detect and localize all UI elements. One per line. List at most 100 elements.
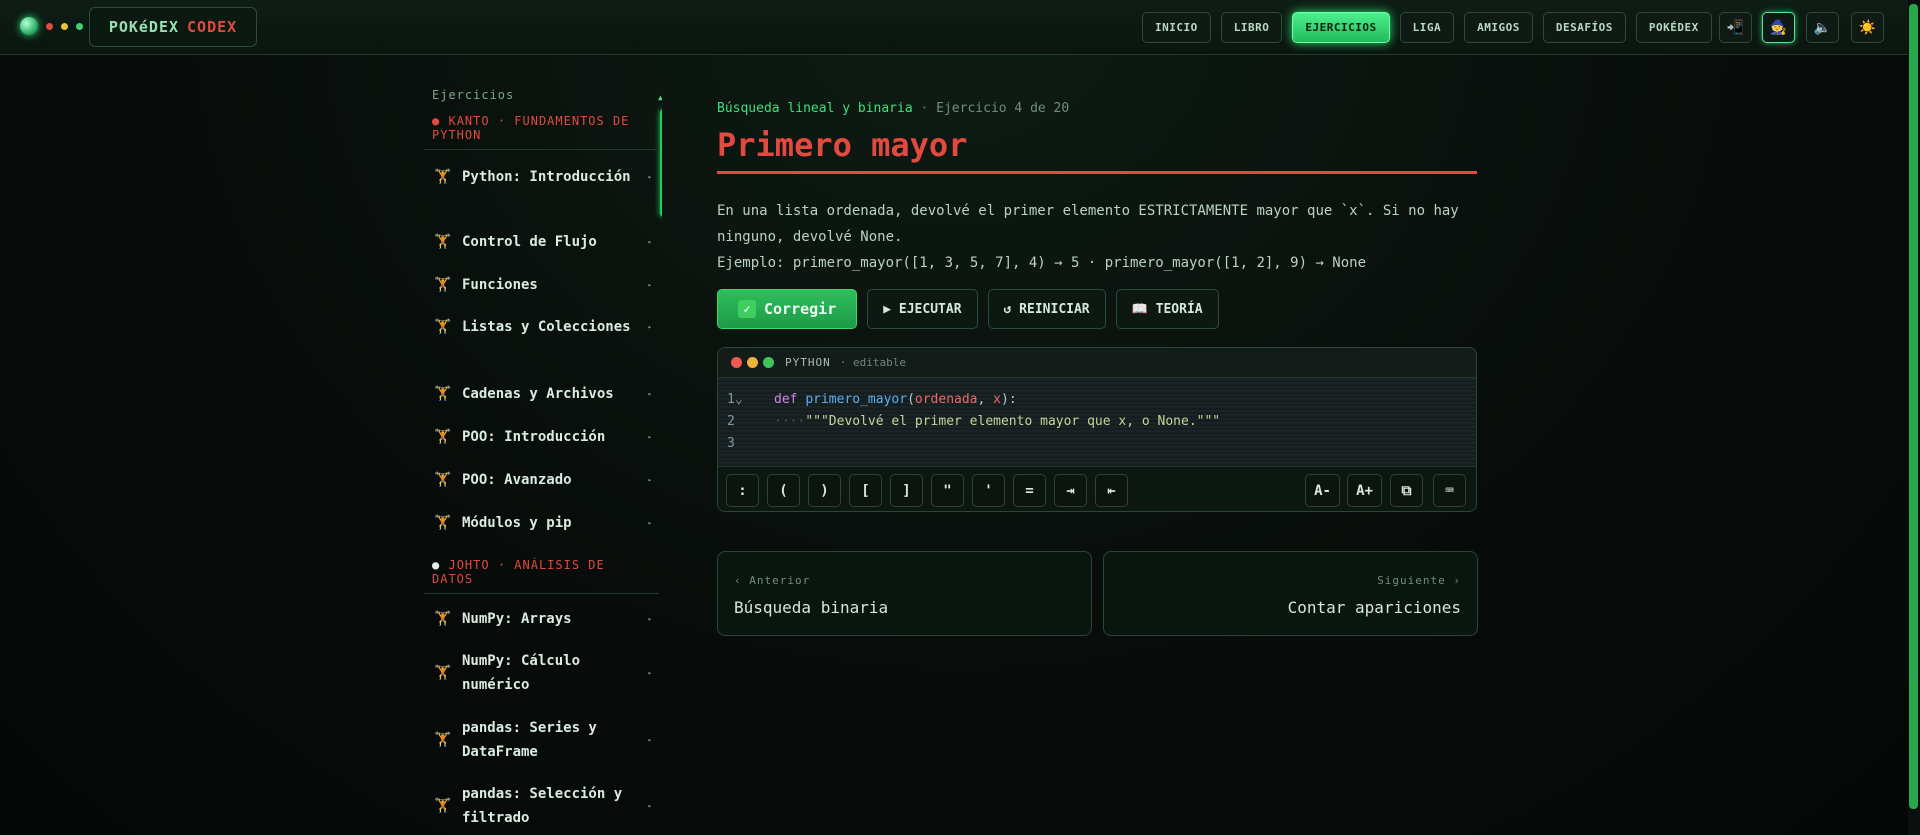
app-logo[interactable]: POKéDEX CODEX xyxy=(89,7,257,47)
description-text: En una lista ordenada, devolvé el primer… xyxy=(717,203,1459,245)
region-johto: ● JOHTO · ANÁLISIS DE DATOS xyxy=(432,558,632,586)
chevron-right-icon: ▸ xyxy=(647,281,652,289)
sidebar-item-python-intro[interactable]: 🏋 Python: Introducción ▸ xyxy=(434,165,652,189)
sound-button[interactable]: 🔈 xyxy=(1806,12,1839,43)
trainer-button[interactable]: 🧙 xyxy=(1762,12,1795,43)
key-colon[interactable]: : xyxy=(726,474,759,507)
region-label: JOHTO · ANÁLISIS DE DATOS xyxy=(432,558,605,586)
nav-ejercicios[interactable]: EJERCICIOS xyxy=(1292,12,1390,43)
sidebar-item-listas[interactable]: 🏋 Listas y Colecciones ▸ xyxy=(434,315,652,339)
nav-liga[interactable]: LIGA xyxy=(1399,12,1455,43)
next-label: Siguiente › xyxy=(1377,574,1461,587)
nav-inicio[interactable]: INICIO xyxy=(1142,12,1211,43)
key-close-paren[interactable]: ) xyxy=(808,474,841,507)
install-button[interactable]: 📲 xyxy=(1719,12,1752,43)
font-larger-button[interactable]: A+ xyxy=(1347,474,1382,507)
nav-pokedex[interactable]: POKÉDEX xyxy=(1635,12,1712,43)
page-title: Primero mayor xyxy=(717,126,968,164)
code-area[interactable]: 1⌄ def primero_mayor(ordenada, x): 2 ···… xyxy=(718,378,1476,466)
nav-amigos[interactable]: AMIGOS xyxy=(1464,12,1533,43)
page-scrollbar-thumb[interactable] xyxy=(1909,4,1918,809)
check-button-label: Corregir xyxy=(764,300,837,318)
sidebar-item-numpy-calculo[interactable]: 🏋 NumPy: Cálculo numérico ▸ xyxy=(434,649,652,697)
key-open-paren[interactable]: ( xyxy=(767,474,800,507)
sidebar-item-poo-intro[interactable]: 🏋 POO: Introducción ▸ xyxy=(434,425,652,449)
window-maximize-icon xyxy=(763,357,774,368)
chevron-right-icon: ▸ xyxy=(647,519,652,527)
breadcrumb-separator: · xyxy=(920,101,929,116)
chevron-right-icon: ▸ xyxy=(647,476,652,484)
sidebar-item-label: Cadenas y Archivos xyxy=(462,386,614,402)
key-double-quote[interactable]: " xyxy=(931,474,964,507)
divider xyxy=(424,149,659,150)
key-open-bracket[interactable]: [ xyxy=(849,474,882,507)
exercise-sidebar: Ejercicios ▲ ● KANTO · FUNDAMENTOS DE PY… xyxy=(424,88,662,835)
trainer-icon: 🏋 xyxy=(434,515,452,531)
install-icon: 📲 xyxy=(1726,19,1745,36)
breadcrumb-topic[interactable]: Búsqueda lineal y binaria xyxy=(717,101,913,116)
sidebar-item-pandas-seleccion[interactable]: 🏋 pandas: Selección y filtrado ▸ xyxy=(434,782,652,830)
checkmark-icon: ✓ xyxy=(738,300,756,318)
sidebar-item-label: pandas: Selección y filtrado xyxy=(462,786,623,826)
theme-button[interactable]: ☀️ xyxy=(1851,12,1884,43)
exercise-counter: Ejercicio 4 de 20 xyxy=(936,101,1070,116)
key-dedent-icon[interactable]: ⇤ xyxy=(1095,474,1128,507)
theory-button[interactable]: 📖 TEORÍA xyxy=(1115,289,1219,329)
sidebar-item-label: POO: Introducción xyxy=(462,429,606,445)
sidebar-item-label: pandas: Series y DataFrame xyxy=(462,720,597,760)
key-close-bracket[interactable]: ] xyxy=(890,474,923,507)
trainer-icon: 🏋 xyxy=(434,798,452,814)
sidebar-item-control-flujo[interactable]: 🏋 Control de Flujo ▸ xyxy=(434,230,652,254)
font-smaller-button[interactable]: A- xyxy=(1305,474,1340,507)
editor-mode: · editable xyxy=(839,356,906,369)
key-single-quote[interactable]: ' xyxy=(972,474,1005,507)
logo-part-2: CODEX xyxy=(187,18,238,36)
line-number: 3 xyxy=(727,436,735,451)
sidebar-item-modulos[interactable]: 🏋 Módulos y pip ▸ xyxy=(434,511,652,535)
key-indent-icon[interactable]: ⇥ xyxy=(1054,474,1087,507)
reset-button[interactable]: ↺ REINICIAR xyxy=(987,289,1106,329)
sidebar-item-label: NumPy: Arrays xyxy=(462,611,572,627)
sidebar-item-funciones[interactable]: 🏋 Funciones ▸ xyxy=(434,273,652,297)
sidebar-item-cadenas[interactable]: 🏋 Cadenas y Archivos ▸ xyxy=(434,382,652,406)
editor-language: PYTHON xyxy=(785,356,831,369)
scroll-up-icon[interactable]: ▲ xyxy=(658,93,662,102)
action-bar: ✓ Corregir ▶ EJECUTAR ↺ REINICIAR 📖 TEOR… xyxy=(717,289,1219,329)
sidebar-item-numpy-arrays[interactable]: 🏋 NumPy: Arrays ▸ xyxy=(434,607,652,631)
copy-icon[interactable]: ⧉ xyxy=(1390,474,1423,507)
sidebar-item-pandas-series[interactable]: 🏋 pandas: Series y DataFrame ▸ xyxy=(434,716,652,764)
code-text: ····"""Devolvé el primer elemento mayor … xyxy=(774,414,1221,429)
theme-sun-icon: ☀️ xyxy=(1858,19,1877,36)
green-light-icon xyxy=(76,22,83,30)
window-close-icon xyxy=(731,357,742,368)
page-scrollbar[interactable] xyxy=(1908,0,1920,835)
status-lights xyxy=(20,17,83,35)
chevron-right-icon: ▸ xyxy=(647,173,652,181)
prev-exercise-card[interactable]: ‹ Anterior Búsqueda binaria xyxy=(717,551,1092,636)
sidebar-title: Ejercicios xyxy=(432,88,515,102)
sidebar-item-label: Módulos y pip xyxy=(462,515,572,531)
breadcrumb: Búsqueda lineal y binaria · Ejercicio 4 … xyxy=(717,101,1069,116)
chevron-right-icon: ▸ xyxy=(647,433,652,441)
sidebar-item-label: Python: Introducción xyxy=(462,169,631,185)
check-button[interactable]: ✓ Corregir xyxy=(717,289,858,329)
line-number: 1⌄ xyxy=(727,392,743,407)
exercise-description: En una lista ordenada, devolvé el primer… xyxy=(717,198,1477,276)
keyboard-icon[interactable]: ⌨ xyxy=(1433,474,1466,507)
title-underline xyxy=(717,171,1477,174)
chevron-right-icon: ▸ xyxy=(647,390,652,398)
next-exercise-card[interactable]: Siguiente › Contar apariciones xyxy=(1103,551,1478,636)
nav-libro[interactable]: LIBRO xyxy=(1220,12,1283,43)
trainer-icon: 🧙 xyxy=(1769,19,1788,36)
editor-header: PYTHON · editable xyxy=(718,348,1476,378)
region-bullet-icon: ● xyxy=(432,558,441,572)
key-equals[interactable]: = xyxy=(1013,474,1046,507)
run-button[interactable]: ▶ EJECUTAR xyxy=(867,289,978,329)
sidebar-scrollbar[interactable] xyxy=(660,109,662,217)
region-label: KANTO · FUNDAMENTOS DE PYTHON xyxy=(432,114,630,142)
sidebar-item-label: Funciones xyxy=(462,277,538,293)
trainer-icon: 🏋 xyxy=(434,234,452,250)
nav-desafios[interactable]: DESAFÍOS xyxy=(1542,12,1626,43)
divider xyxy=(424,593,659,594)
sidebar-item-poo-avanzado[interactable]: 🏋 POO: Avanzado ▸ xyxy=(434,468,652,492)
